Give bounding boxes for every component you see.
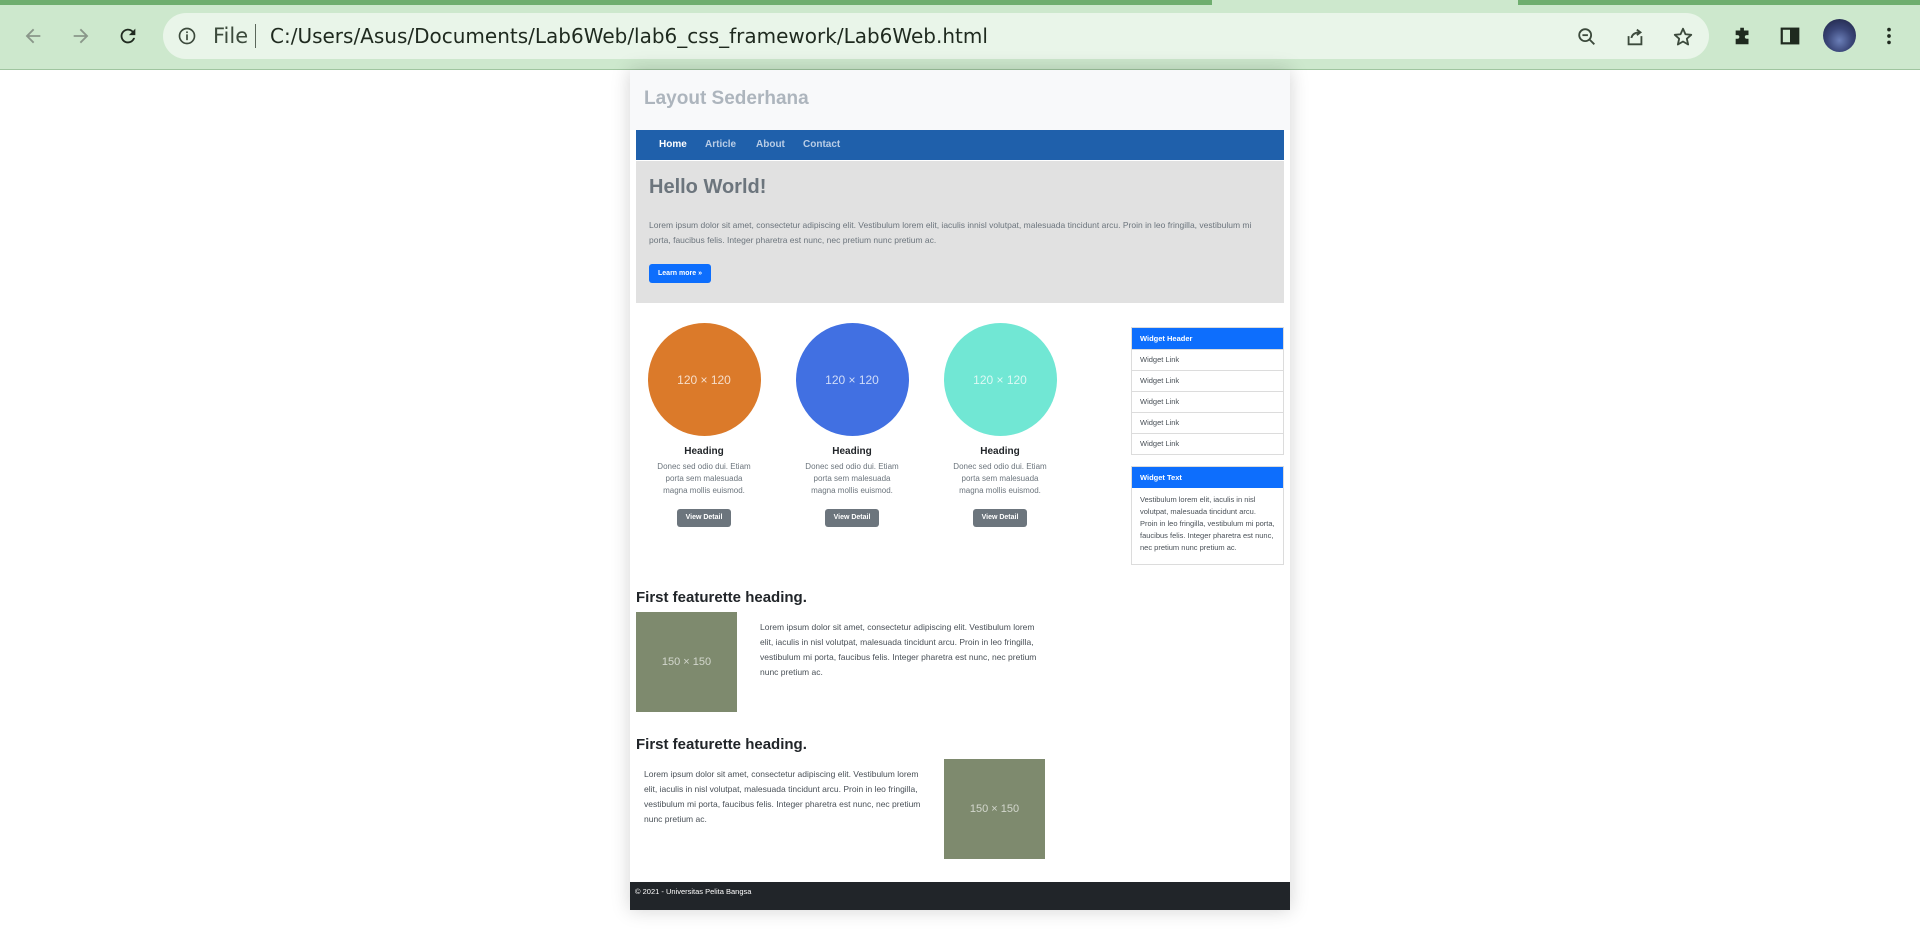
circle-placeholder-image: 120 × 120	[647, 323, 761, 436]
forward-icon[interactable]	[65, 20, 97, 52]
address-separator	[255, 24, 256, 48]
main-navbar: Home Article About Contact	[636, 130, 1284, 160]
url-scheme-label: File	[213, 24, 249, 48]
view-detail-button[interactable]: View Detail	[973, 509, 1027, 527]
card-text: Donec sed odio dui. Etiam porta sem male…	[657, 462, 751, 495]
placeholder-label: 150 × 150	[969, 803, 1020, 815]
circle-placeholder-image: 120 × 120	[795, 323, 909, 436]
featurette-placeholder-image: 150 × 150	[944, 759, 1045, 859]
tab-indicator	[1518, 0, 1920, 5]
card-heading: Heading	[832, 446, 872, 457]
browser-toolbar: File C:/Users/Asus/Documents/Lab6Web/lab…	[0, 0, 1920, 70]
reload-icon[interactable]	[112, 20, 144, 52]
feature-card: 120 × 120 Heading Donec sed odio dui. Et…	[630, 323, 778, 527]
feature-card: 120 × 120 Heading Donec sed odio dui. Et…	[778, 323, 926, 527]
card-heading: Heading	[980, 446, 1020, 457]
widget-link[interactable]: Widget Link	[1132, 370, 1283, 391]
circle-placeholder-image: 120 × 120	[943, 323, 1057, 436]
side-panel-icon[interactable]	[1775, 21, 1805, 51]
widget-text-header: Widget Text	[1132, 467, 1283, 488]
site-footer: © 2021 - Universitas Pelita Bangsa	[630, 882, 1290, 910]
card-text: Donec sed odio dui. Etiam porta sem male…	[953, 462, 1047, 495]
featurette-placeholder-image: 150 × 150	[636, 612, 737, 712]
placeholder-label: 120 × 120	[677, 372, 731, 387]
page-container: Layout Sederhana Home Article About Cont…	[630, 70, 1290, 910]
view-detail-button[interactable]: View Detail	[825, 509, 879, 527]
profile-avatar[interactable]	[1823, 19, 1856, 52]
nav-link-article[interactable]: Article	[705, 139, 736, 150]
share-icon[interactable]	[1622, 24, 1648, 50]
back-icon[interactable]	[17, 20, 49, 52]
tab-strip	[0, 0, 1920, 5]
learn-more-button[interactable]: Learn more »	[649, 264, 711, 283]
nav-link-contact[interactable]: Contact	[803, 139, 840, 150]
featurette-text: Lorem ipsum dolor sit amet, consectetur …	[644, 769, 921, 824]
card-heading: Heading	[684, 446, 724, 457]
card-text: Donec sed odio dui. Etiam porta sem male…	[805, 462, 899, 495]
star-icon[interactable]	[1670, 24, 1696, 50]
placeholder-label: 120 × 120	[973, 372, 1027, 387]
view-detail-button[interactable]: View Detail	[677, 509, 731, 527]
widget-link[interactable]: Widget Link	[1132, 349, 1283, 370]
placeholder-label: 120 × 120	[825, 372, 879, 387]
placeholder-label: 150 × 150	[661, 656, 712, 668]
widget-links: Widget Header Widget Link Widget Link Wi…	[1131, 327, 1284, 455]
info-icon[interactable]	[177, 26, 197, 51]
url-text[interactable]: C:/Users/Asus/Documents/Lab6Web/lab6_css…	[270, 24, 988, 48]
widget-link[interactable]: Widget Link	[1132, 412, 1283, 433]
menu-icon[interactable]	[1874, 21, 1904, 51]
feature-card: 120 × 120 Heading Donec sed odio dui. Et…	[926, 323, 1074, 527]
widget-link[interactable]: Widget Link	[1132, 391, 1283, 412]
zoom-out-icon[interactable]	[1574, 24, 1600, 50]
widget-text: Widget Text Vestibulum lorem elit, iacul…	[1131, 466, 1284, 565]
widget-link[interactable]: Widget Link	[1132, 433, 1283, 454]
widget-header: Widget Header	[1132, 328, 1283, 349]
hero-jumbotron: Hello World! Lorem ipsum dolor sit amet,…	[636, 161, 1284, 303]
extensions-icon[interactable]	[1728, 21, 1758, 51]
address-bar[interactable]: File C:/Users/Asus/Documents/Lab6Web/lab…	[163, 13, 1709, 59]
featurette-heading: First featurette heading.	[636, 589, 807, 606]
featurette-heading: First featurette heading.	[636, 736, 807, 753]
widget-text-body: Vestibulum lorem elit, iaculis in nisl v…	[1140, 495, 1275, 552]
hero-title: Hello World!	[649, 176, 767, 198]
site-header: Layout Sederhana	[630, 70, 1290, 130]
nav-link-home[interactable]: Home	[659, 139, 687, 150]
site-title: Layout Sederhana	[644, 88, 809, 109]
active-tab-indicator	[0, 0, 1212, 5]
hero-text: Lorem ipsum dolor sit amet, consectetur …	[649, 220, 1252, 245]
nav-link-about[interactable]: About	[756, 139, 785, 150]
featurette-text: Lorem ipsum dolor sit amet, consectetur …	[760, 622, 1037, 677]
